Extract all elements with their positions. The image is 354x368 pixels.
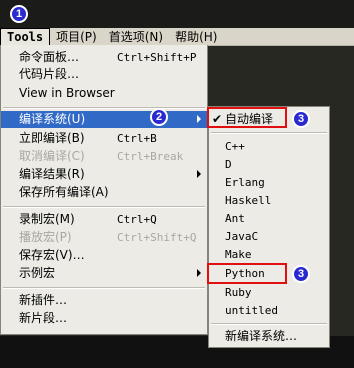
menu-item-build[interactable]: 立即编译(B) Ctrl+B bbox=[1, 130, 207, 147]
menu-item-label: 立即编译(B) bbox=[19, 131, 85, 145]
submenu-item-label: Erlang bbox=[225, 176, 265, 189]
submenu-arrow-icon bbox=[197, 115, 201, 123]
menu-item-save-all-on-build[interactable]: 保存所有编译(A) bbox=[1, 184, 207, 201]
menu-item-label: 保存所有编译(A) bbox=[19, 185, 109, 199]
menu-project[interactable]: 项目(P) bbox=[50, 28, 103, 46]
menu-item-label: 新插件… bbox=[19, 293, 68, 307]
menu-tools[interactable]: Tools bbox=[0, 27, 51, 46]
step-badge-3-auto: 3 bbox=[292, 110, 310, 128]
submenu-item-erlang[interactable]: Erlang bbox=[209, 174, 329, 191]
menu-separator bbox=[211, 132, 327, 134]
menu-item-label: 编译系统(U) bbox=[19, 112, 86, 126]
menu-item-label: 取消编译(C) bbox=[19, 149, 85, 163]
submenu-item-label: C++ bbox=[225, 140, 245, 153]
step-badge-3-python: 3 bbox=[292, 265, 310, 283]
menu-item-shortcut: Ctrl+Shift+P bbox=[117, 51, 197, 64]
menu-item-label: 编译结果(R) bbox=[19, 167, 85, 181]
menu-item-label: 代码片段… bbox=[19, 67, 80, 81]
submenu-item-label: JavaC bbox=[225, 230, 259, 243]
menu-item-cancel-build[interactable]: 取消编译(C) Ctrl+Break bbox=[1, 148, 207, 165]
menu-item-build-results[interactable]: 编译结果(R) bbox=[1, 166, 207, 183]
menu-item-command-palette[interactable]: 命令面板… Ctrl+Shift+P bbox=[1, 49, 207, 66]
submenu-item-javac[interactable]: JavaC bbox=[209, 228, 329, 245]
submenu-item-make[interactable]: Make bbox=[209, 246, 329, 263]
submenu-item-label: Haskell bbox=[225, 194, 272, 207]
submenu-arrow-icon bbox=[197, 269, 201, 277]
highlight-auto-build bbox=[207, 107, 287, 128]
menu-item-new-snippet[interactable]: 新片段… bbox=[1, 310, 207, 327]
menu-item-label: 新片段… bbox=[19, 311, 68, 325]
menu-item-label: 示例宏 bbox=[19, 266, 56, 280]
submenu-item-new-build-system[interactable]: 新编译系统… bbox=[209, 328, 329, 345]
build-system-submenu: ✔ 自动编译 C++ D Erlang Haskell Ant JavaC Ma… bbox=[208, 106, 330, 348]
menu-item-label: 播放宏(P) bbox=[19, 230, 72, 244]
menu-item-snippets[interactable]: 代码片段… bbox=[1, 66, 207, 83]
submenu-item-cpp[interactable]: C++ bbox=[209, 138, 329, 155]
step-badge-2: 2 bbox=[150, 108, 168, 126]
menu-item-shortcut: Ctrl+Break bbox=[117, 150, 184, 163]
submenu-item-untitled[interactable]: untitled bbox=[209, 302, 329, 319]
menu-separator bbox=[3, 107, 205, 109]
window-top-area bbox=[0, 0, 354, 28]
menu-item-shortcut: Ctrl+Q bbox=[117, 213, 157, 226]
menu-item-playback-macro[interactable]: 播放宏(P) Ctrl+Shift+Q bbox=[1, 229, 207, 246]
menu-help[interactable]: 帮助(H) bbox=[169, 28, 223, 46]
submenu-arrow-icon bbox=[197, 170, 201, 178]
menu-item-shortcut: Ctrl+Shift+Q bbox=[117, 231, 197, 244]
submenu-item-label: Ant bbox=[225, 212, 245, 225]
menu-item-record-macro[interactable]: 录制宏(M) Ctrl+Q bbox=[1, 211, 207, 228]
submenu-item-label: Make bbox=[225, 248, 252, 261]
menu-item-label: View in Browser bbox=[19, 86, 115, 100]
submenu-item-ant[interactable]: Ant bbox=[209, 210, 329, 227]
menu-item-label: 录制宏(M) bbox=[19, 212, 75, 226]
menu-item-build-system[interactable]: 编译系统(U) bbox=[1, 111, 207, 128]
menu-bar: Tools 项目(P) 首选项(N) 帮助(H) bbox=[0, 27, 354, 46]
submenu-item-haskell[interactable]: Haskell bbox=[209, 192, 329, 209]
tools-dropdown-menu: 命令面板… Ctrl+Shift+P 代码片段… View in Browser… bbox=[0, 45, 208, 335]
submenu-item-label: untitled bbox=[225, 304, 278, 317]
menu-item-macros[interactable]: 示例宏 bbox=[1, 265, 207, 282]
menu-item-label: 保存宏(V)… bbox=[19, 248, 85, 262]
submenu-item-label: 新编译系统… bbox=[225, 329, 298, 343]
highlight-python bbox=[207, 263, 287, 284]
submenu-item-label: Ruby bbox=[225, 286, 252, 299]
menu-item-new-plugin[interactable]: 新插件… bbox=[1, 292, 207, 309]
submenu-item-label: D bbox=[225, 158, 232, 171]
menu-item-shortcut: Ctrl+B bbox=[117, 132, 157, 145]
menu-preferences[interactable]: 首选项(N) bbox=[103, 28, 169, 46]
menu-item-label: 命令面板… bbox=[19, 50, 80, 64]
menu-separator bbox=[211, 323, 327, 325]
step-badge-1: 1 bbox=[10, 5, 28, 23]
submenu-item-d[interactable]: D bbox=[209, 156, 329, 173]
menu-separator bbox=[3, 206, 205, 208]
menu-separator bbox=[3, 287, 205, 289]
submenu-item-ruby[interactable]: Ruby bbox=[209, 284, 329, 301]
menu-item-save-macro[interactable]: 保存宏(V)… bbox=[1, 247, 207, 264]
menu-item-view-in-browser[interactable]: View in Browser bbox=[1, 85, 207, 102]
